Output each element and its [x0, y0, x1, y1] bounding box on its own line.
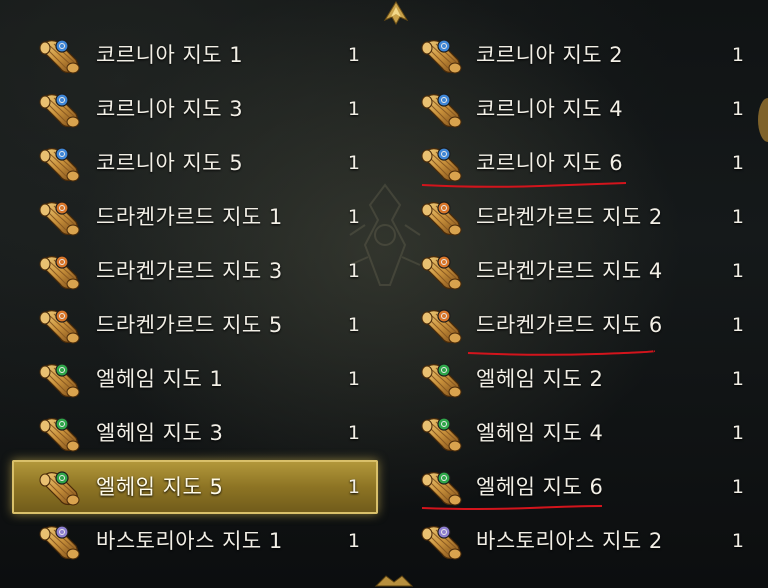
item-count: 1: [731, 44, 744, 66]
left-item-column: 코르니아 지도 1 1 코르니아 지도 3 1 코르니아 지도 5 1 드라켄가…: [0, 28, 378, 568]
item-count: 1: [731, 206, 744, 228]
rolled-map-scroll-icon: [421, 201, 462, 236]
scroll-up-icon[interactable]: [383, 0, 409, 26]
item-name: 코르니아 지도 4: [476, 97, 624, 121]
item-count: 1: [347, 476, 360, 498]
right-item-column: 코르니아 지도 2 1 코르니아 지도 4 1 코르니아 지도 6 1 드라켄가…: [390, 28, 768, 568]
item-count: 1: [731, 530, 744, 552]
rolled-map-scroll-icon: [39, 417, 80, 452]
item-name: 코르니아 지도 6: [476, 151, 624, 175]
item-name: 바스토리아스 지도 2: [476, 529, 663, 553]
item-name: 코르니아 지도 3: [96, 97, 244, 121]
item-count: 1: [347, 98, 360, 120]
item-count: 1: [347, 152, 360, 174]
rolled-map-scroll-icon: [421, 471, 462, 506]
item-count: 1: [347, 44, 360, 66]
item-count: 1: [347, 530, 360, 552]
inventory-panel: 코르니아 지도 1 1 코르니아 지도 3 1 코르니아 지도 5 1 드라켄가…: [0, 0, 768, 588]
item-count: 1: [731, 476, 744, 498]
scroll-down-icon[interactable]: [372, 574, 416, 588]
rolled-map-scroll-icon: [39, 255, 80, 290]
inventory-item-left-3[interactable]: 코르니아 지도 5 1: [0, 136, 378, 190]
item-grid: 코르니아 지도 1 1 코르니아 지도 3 1 코르니아 지도 5 1 드라켄가…: [0, 28, 768, 568]
rolled-map-scroll-icon: [421, 309, 462, 344]
rolled-map-scroll-icon: [421, 363, 462, 398]
rolled-map-scroll-icon: [39, 363, 80, 398]
rolled-map-scroll-icon: [421, 255, 462, 290]
item-name: 드라켄가르드 지도 2: [476, 205, 663, 229]
inventory-item-right-4[interactable]: 드라켄가르드 지도 2 1: [390, 190, 768, 244]
item-name: 엘헤임 지도 4: [476, 421, 604, 445]
inventory-item-right-9[interactable]: 엘헤임 지도 6 1: [390, 460, 768, 514]
inventory-item-right-8[interactable]: 엘헤임 지도 4 1: [390, 406, 768, 460]
item-count: 1: [731, 422, 744, 444]
item-name: 드라켄가르드 지도 5: [96, 313, 283, 337]
rolled-map-scroll-icon: [421, 525, 462, 560]
item-name: 코르니아 지도 1: [96, 43, 244, 67]
rolled-map-scroll-icon: [39, 147, 80, 182]
item-name: 엘헤임 지도 3: [96, 421, 224, 445]
item-name: 드라켄가르드 지도 6: [476, 313, 663, 337]
inventory-item-left-1[interactable]: 코르니아 지도 1 1: [0, 28, 378, 82]
item-name: 드라켄가르드 지도 1: [96, 205, 283, 229]
item-name: 엘헤임 지도 1: [96, 367, 224, 391]
inventory-item-left-2[interactable]: 코르니아 지도 3 1: [0, 82, 378, 136]
item-count: 1: [347, 422, 360, 444]
item-name: 엘헤임 지도 2: [476, 367, 604, 391]
item-name: 엘헤임 지도 6: [476, 475, 604, 499]
item-count: 1: [731, 98, 744, 120]
rolled-map-scroll-icon: [39, 39, 80, 74]
inventory-item-left-6[interactable]: 드라켄가르드 지도 5 1: [0, 298, 378, 352]
item-name: 엘헤임 지도 5: [96, 475, 224, 499]
inventory-item-right-3[interactable]: 코르니아 지도 6 1: [390, 136, 768, 190]
inventory-item-right-6[interactable]: 드라켄가르드 지도 6 1: [390, 298, 768, 352]
rolled-map-scroll-icon: [421, 93, 462, 128]
rolled-map-scroll-icon: [39, 93, 80, 128]
item-count: 1: [731, 260, 744, 282]
item-count: 1: [347, 368, 360, 390]
item-count: 1: [347, 206, 360, 228]
inventory-item-right-1[interactable]: 코르니아 지도 2 1: [390, 28, 768, 82]
inventory-item-right-5[interactable]: 드라켄가르드 지도 4 1: [390, 244, 768, 298]
inventory-item-left-7[interactable]: 엘헤임 지도 1 1: [0, 352, 378, 406]
item-count: 1: [731, 368, 744, 390]
rolled-map-scroll-icon: [421, 147, 462, 182]
inventory-item-right-10[interactable]: 바스토리아스 지도 2 1: [390, 514, 768, 568]
rolled-map-scroll-icon: [39, 309, 80, 344]
item-count: 1: [347, 314, 360, 336]
item-count: 1: [347, 260, 360, 282]
inventory-item-right-2[interactable]: 코르니아 지도 4 1: [390, 82, 768, 136]
inventory-item-left-8[interactable]: 엘헤임 지도 3 1: [0, 406, 378, 460]
item-name: 드라켄가르드 지도 3: [96, 259, 283, 283]
item-name: 코르니아 지도 2: [476, 43, 624, 67]
item-name: 코르니아 지도 5: [96, 151, 244, 175]
rolled-map-scroll-icon: [39, 471, 80, 506]
item-count: 1: [731, 314, 744, 336]
inventory-item-left-9[interactable]: 엘헤임 지도 5 1: [12, 460, 378, 514]
inventory-item-left-10[interactable]: 바스토리아스 지도 1 1: [0, 514, 378, 568]
item-name: 드라켄가르드 지도 4: [476, 259, 663, 283]
rolled-map-scroll-icon: [421, 39, 462, 74]
rolled-map-scroll-icon: [39, 201, 80, 236]
rolled-map-scroll-icon: [39, 525, 80, 560]
inventory-item-left-4[interactable]: 드라켄가르드 지도 1 1: [0, 190, 378, 244]
rolled-map-scroll-icon: [421, 417, 462, 452]
item-count: 1: [731, 152, 744, 174]
item-name: 바스토리아스 지도 1: [96, 529, 283, 553]
inventory-item-right-7[interactable]: 엘헤임 지도 2 1: [390, 352, 768, 406]
inventory-item-left-5[interactable]: 드라켄가르드 지도 3 1: [0, 244, 378, 298]
